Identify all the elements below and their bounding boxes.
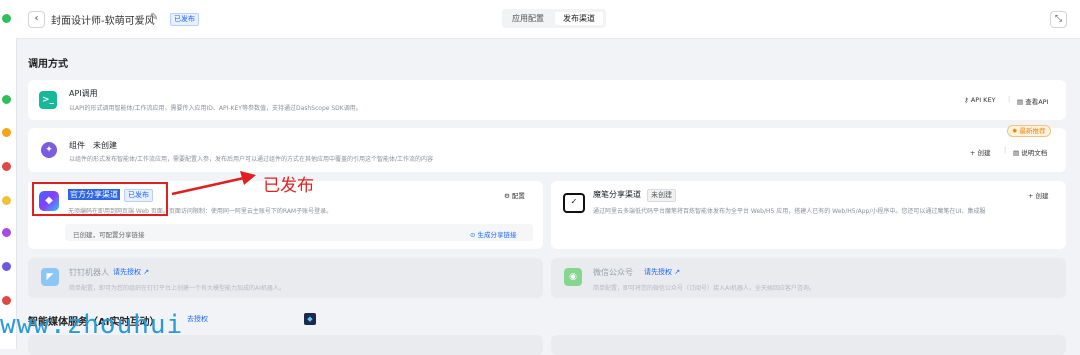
section-title: 调用方式 (28, 59, 68, 70)
left-rail (0, 0, 17, 349)
doc-icon: ▤ (1017, 98, 1026, 106)
api-name: API调用 (69, 89, 98, 98)
doc-label: 说明文档 (1021, 149, 1048, 157)
back-icon[interactable]: ‹ (28, 11, 45, 28)
view-api-label: 查看API (1025, 98, 1049, 106)
status-badge: 已发布 (170, 13, 199, 26)
component-name: 组件 (69, 141, 85, 150)
official-footer-text: 已创建，可配置分享链接 (73, 231, 145, 239)
edit-icon[interactable]: ✎ (150, 12, 158, 23)
wechat-name: 微信公众号 (593, 268, 633, 277)
divider: | (1008, 95, 1011, 103)
page-title: 封面设计师-软萌可爱风 (51, 16, 155, 27)
official-footer: 已创建，可配置分享链接 ⊙ 生成分享链接 (65, 224, 533, 241)
wechat-authorize-link[interactable]: 请先授权 ↗ (644, 267, 680, 277)
dingtalk-icon: ◤ (41, 268, 59, 286)
component-card: ✦ 组件 未创建 以组件的形式发布智能体/工作流应用，需要配置入参，发布后用户可… (28, 125, 1066, 172)
wechat-card: ◉ 微信公众号 请先授权 ↗ 简单配置，即可将您的微信公众号（订阅号）接入AI机… (551, 258, 1066, 298)
component-create-button[interactable]: + 创建 (970, 147, 991, 157)
authorize-link[interactable]: 去授权 (187, 314, 208, 324)
tab-app-config[interactable]: 应用配置 (504, 12, 552, 25)
config-button[interactable]: ⚙ 配置 (504, 190, 525, 200)
mobi-name: 魔笔分享渠道 (593, 190, 641, 199)
expand-icon[interactable]: ⤡ (1050, 11, 1067, 28)
mobi-desc: 通过阿里云多端低代码平台魔笔将百炼智能体发布为全平台 Web/H5 应用，搭建人… (593, 208, 986, 215)
api-key-label: API KEY (970, 96, 996, 104)
mobi-status-badge: 未创建 (647, 189, 676, 202)
annotation-highlight-box (32, 182, 168, 216)
dingtalk-card: ◤ 钉钉机器人 请先授权 ↗ 简单配置，即可为您的组织在钉钉平台上创建一个有大模… (28, 258, 543, 298)
dingtalk-desc: 简单配置，即可为您的组织在钉钉平台上创建一个有大模型能力加成的AI机器人。 (69, 285, 285, 292)
generate-link-button[interactable]: ⊙ 生成分享链接 (470, 229, 517, 239)
doc-button[interactable]: ▤ 说明文档 (1013, 147, 1047, 157)
divider: | (1004, 146, 1007, 154)
component-status: 未创建 (93, 141, 117, 150)
gear-icon: ⚙ (504, 192, 512, 200)
doc-icon: ▤ (1013, 149, 1022, 157)
link-icon: ⊙ (470, 231, 478, 239)
wechat-desc: 简单配置，即可将您的微信公众号（订阅号）接入AI机器人，全天候回应客户咨询。 (593, 285, 815, 292)
key-icon: ⚷ (964, 96, 971, 104)
mobi-share-card: ✓ 魔笔分享渠道 未创建 通过阿里云多端低代码平台魔笔将百炼智能体发布为全平台 … (551, 181, 1066, 249)
rail-app-icon[interactable] (2, 162, 11, 171)
new-recommend-badge: ✸ 最新推荐 (1007, 125, 1051, 137)
rail-app-icon[interactable] (2, 95, 11, 104)
terminal-icon: >_ (39, 91, 57, 109)
rail-app-icon[interactable] (2, 196, 11, 205)
generate-link-label: 生成分享链接 (477, 231, 517, 239)
mobi-logo-icon: ✓ (563, 193, 585, 213)
api-card: >_ API调用 以API的形式调用智能体/工作流应用，需要传入应用ID、API… (28, 80, 1066, 120)
new-badge-label: 最新推荐 (1019, 127, 1046, 135)
fire-icon: ✸ (1012, 127, 1020, 135)
component-desc: 以组件的形式发布智能体/工作流应用，需要配置入参，发布后用户可以通过组件的方式在… (69, 156, 434, 163)
dingtalk-name: 钉钉机器人 (69, 268, 109, 277)
annotation-label: 已发布 (263, 176, 314, 196)
rail-app-icon[interactable] (2, 296, 11, 305)
puzzle-icon: ✦ (41, 142, 57, 158)
annotation-arrow-icon (171, 171, 256, 196)
watermark: www.zhouhui (0, 310, 184, 340)
api-key-button[interactable]: ⚷ API KEY (964, 96, 996, 104)
dingtalk-authorize-link[interactable]: 请先授权 ↗ (113, 267, 149, 277)
rail-app-icon[interactable] (2, 128, 11, 137)
wechat-icon: ◉ (564, 268, 582, 286)
tab-publish-channel[interactable]: 发布渠道 (555, 12, 603, 25)
rail-app-icon[interactable] (2, 228, 11, 237)
top-header: ‹ 封面设计师-软萌可爱风 ✎ 已发布 应用配置 发布渠道 ⤡ (16, 0, 1080, 39)
media-card (551, 335, 1066, 355)
api-desc: 以API的形式调用智能体/工作流应用，需要传入应用ID、API-KEY等参数值，… (69, 105, 362, 112)
rail-app-icon[interactable] (2, 14, 11, 23)
view-api-button[interactable]: ▤ 查看API (1017, 96, 1049, 106)
rail-app-icon[interactable] (2, 262, 11, 271)
config-label: 配置 (511, 192, 525, 200)
mobi-create-button[interactable]: + 创建 (1028, 190, 1049, 200)
tab-switcher: 应用配置 发布渠道 (502, 9, 606, 28)
floating-app-icon[interactable]: ◆ (304, 313, 316, 325)
